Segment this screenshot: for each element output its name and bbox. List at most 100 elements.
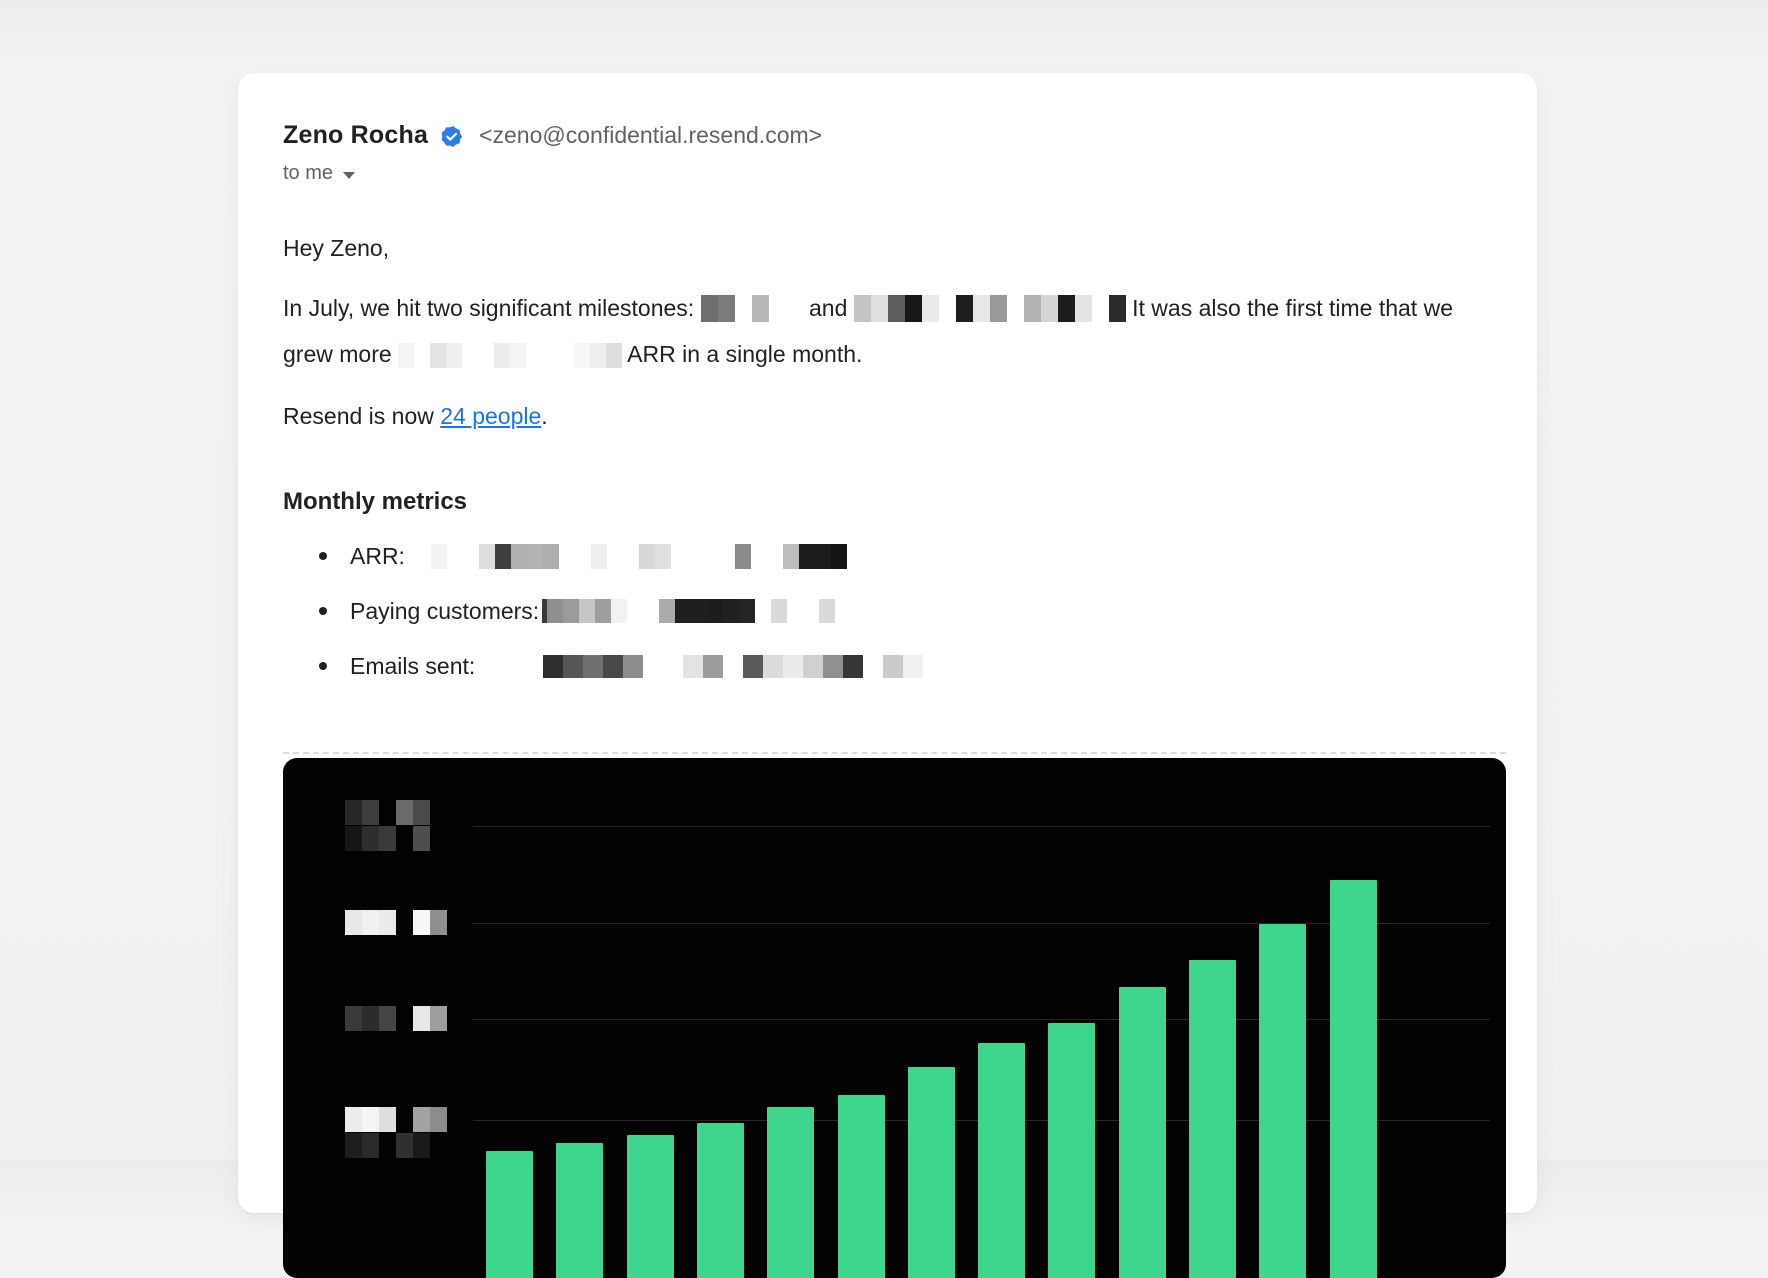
redaction-pixel bbox=[723, 655, 743, 678]
redaction-pixel bbox=[447, 544, 463, 569]
redacted-milestone-2 bbox=[854, 295, 1126, 322]
redaction-pixel bbox=[719, 544, 735, 569]
redaction-pixel bbox=[345, 1107, 362, 1132]
chart-bar bbox=[1189, 960, 1236, 1278]
redaction-pixel bbox=[703, 544, 719, 569]
redaction-pixel bbox=[583, 655, 603, 678]
redaction-pixel bbox=[462, 343, 478, 368]
paragraph-conjunction: and bbox=[809, 295, 847, 321]
metric-label: ARR: bbox=[350, 543, 405, 570]
redaction-pixel bbox=[590, 343, 606, 368]
redaction-pixel bbox=[683, 655, 703, 678]
redaction-pixel bbox=[362, 800, 379, 825]
redaction-pixel bbox=[939, 295, 956, 322]
recipient-dropdown[interactable]: to me bbox=[283, 162, 355, 185]
redaction-pixel bbox=[1041, 295, 1058, 322]
redaction-pixel bbox=[771, 599, 787, 623]
redaction-pixel bbox=[413, 1133, 430, 1158]
redaction-pixel bbox=[663, 655, 683, 678]
redaction-pixel bbox=[345, 1133, 362, 1158]
redaction-pixel bbox=[398, 343, 414, 368]
redaction-pixel bbox=[607, 544, 623, 569]
redaction-pixel bbox=[396, 910, 413, 935]
chart-bar bbox=[978, 1043, 1025, 1278]
redaction-pixel bbox=[735, 295, 752, 322]
redaction-pixel bbox=[542, 343, 558, 368]
metrics-list: ARR: Paying customers: Emails sent: bbox=[319, 542, 1481, 680]
redaction-pixel bbox=[430, 910, 447, 935]
chart-y-tick-label-redacted bbox=[345, 1107, 447, 1158]
chart-gridline bbox=[473, 826, 1490, 827]
redaction-pixel bbox=[735, 544, 751, 569]
redaction-pixel bbox=[783, 544, 799, 569]
redacted-growth-value bbox=[398, 343, 622, 368]
redaction-pixel bbox=[511, 544, 527, 569]
redaction-pixel bbox=[611, 599, 627, 623]
sender-address: <zeno@confidential.resend.com> bbox=[479, 122, 822, 149]
redaction-pixel bbox=[413, 800, 430, 825]
redaction-pixel bbox=[823, 655, 843, 678]
redaction-pixel bbox=[973, 295, 990, 322]
redaction-pixel bbox=[478, 343, 494, 368]
chart-y-tick-label-redacted bbox=[345, 1006, 447, 1031]
redaction-pixel bbox=[527, 544, 543, 569]
redaction-pixel bbox=[606, 343, 622, 368]
redaction-pixel bbox=[575, 544, 591, 569]
bullet-icon bbox=[319, 662, 327, 670]
chart-top-redaction-line bbox=[283, 752, 1506, 754]
redaction-pixel bbox=[883, 655, 903, 678]
redaction-pixel bbox=[379, 1133, 396, 1158]
redaction-pixel bbox=[743, 655, 763, 678]
redaction-pixel bbox=[819, 599, 835, 623]
redaction-pixel bbox=[446, 343, 462, 368]
redaction-pixel bbox=[769, 295, 786, 322]
redaction-pixel bbox=[362, 1107, 379, 1132]
redacted-metric-value bbox=[431, 544, 847, 569]
metric-label: Paying customers: bbox=[350, 598, 539, 625]
redacted-milestone-1 bbox=[701, 295, 803, 322]
chart-bar bbox=[1119, 987, 1166, 1278]
redaction-pixel bbox=[413, 826, 430, 851]
redaction-pixel bbox=[815, 544, 831, 569]
redaction-pixel bbox=[463, 544, 479, 569]
redaction-pixel bbox=[414, 343, 430, 368]
chart-bar bbox=[767, 1107, 814, 1278]
milestones-paragraph: In July, we hit two significant mileston… bbox=[283, 285, 1481, 377]
bullet-icon bbox=[319, 607, 327, 615]
redaction-pixel bbox=[723, 599, 739, 623]
redaction-pixel bbox=[543, 544, 559, 569]
redaction-pixel bbox=[345, 800, 362, 825]
sender-row: Zeno Rocha <zeno@confidential.resend.com… bbox=[283, 121, 1481, 150]
redaction-pixel bbox=[1092, 295, 1109, 322]
redaction-pixel bbox=[1007, 295, 1024, 322]
redaction-pixel bbox=[379, 800, 396, 825]
redaction-pixel bbox=[563, 655, 583, 678]
redaction-pixel bbox=[687, 544, 703, 569]
redaction-pixel bbox=[752, 295, 769, 322]
redaction-pixel bbox=[703, 655, 723, 678]
redaction-pixel bbox=[413, 1107, 430, 1132]
redaction-pixel bbox=[479, 544, 495, 569]
team-line-suffix: . bbox=[541, 403, 547, 429]
redaction-pixel bbox=[345, 826, 362, 851]
redaction-pixel bbox=[559, 544, 575, 569]
redaction-pixel bbox=[639, 544, 655, 569]
redaction-pixel bbox=[430, 1006, 447, 1031]
metrics-heading: Monthly metrics bbox=[283, 488, 1481, 516]
redaction-pixel bbox=[956, 295, 973, 322]
redaction-pixel bbox=[623, 544, 639, 569]
chart-y-tick-label-redacted bbox=[345, 910, 447, 935]
redaction-pixel bbox=[494, 343, 510, 368]
redaction-pixel bbox=[787, 599, 803, 623]
redaction-pixel bbox=[623, 655, 643, 678]
redaction-pixel bbox=[430, 1107, 447, 1132]
redaction-pixel bbox=[510, 343, 526, 368]
redaction-pixel bbox=[1024, 295, 1041, 322]
greeting-text: Hey Zeno, bbox=[283, 235, 1481, 262]
redaction-pixel bbox=[786, 295, 803, 322]
redaction-pixel bbox=[430, 343, 446, 368]
redaction-pixel bbox=[345, 1006, 362, 1031]
verified-badge-icon bbox=[440, 125, 463, 148]
list-item-paying-customers: Paying customers: bbox=[319, 597, 1481, 625]
people-count-link[interactable]: 24 people bbox=[440, 403, 541, 429]
